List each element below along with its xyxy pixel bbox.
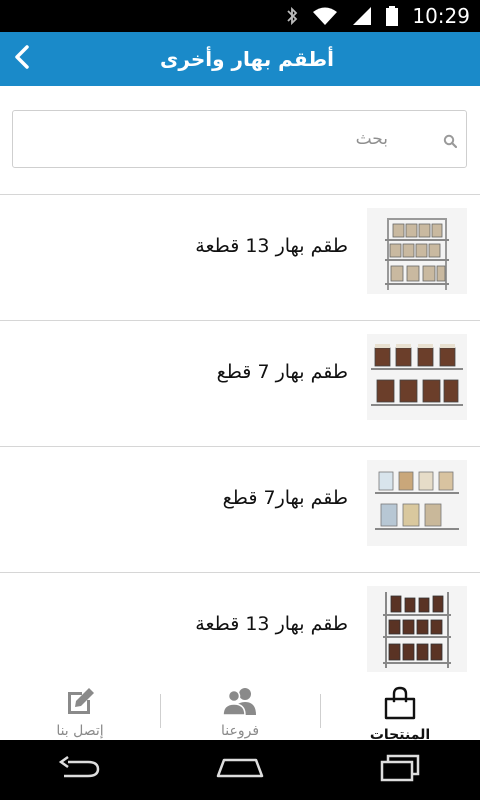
tab-branches[interactable]: فروعنا <box>160 680 320 740</box>
nav-back-button[interactable] <box>50 750 110 790</box>
bluetooth-icon <box>286 6 298 26</box>
product-name: طقم بهار 13 قطعة <box>195 235 348 257</box>
edit-icon <box>64 686 96 720</box>
product-thumbnail <box>367 586 467 672</box>
app-bar: أطقم بهار وأخرى <box>0 32 480 86</box>
product-row[interactable]: طقم بهار 7 قطع <box>0 321 480 447</box>
home-icon <box>216 756 264 784</box>
chevron-left-icon <box>12 45 32 73</box>
back-button[interactable] <box>4 41 40 77</box>
product-thumbnail <box>367 334 467 420</box>
bottom-tab-bar: إتصل بنا فروعنا المنتجات <box>0 680 480 743</box>
product-row[interactable]: طقم بهار7 قطع <box>0 447 480 573</box>
shopping-bag-icon <box>383 686 417 724</box>
product-row[interactable]: طقم بهار 13 قطعة <box>0 195 480 321</box>
tab-divider <box>320 694 321 728</box>
search-input[interactable] <box>13 111 466 167</box>
nav-recents-button[interactable] <box>370 750 430 790</box>
product-name: طقم بهار 13 قطعة <box>195 613 348 635</box>
product-name: طقم بهار 7 قطع <box>216 361 348 383</box>
tab-products[interactable]: المنتجات <box>320 680 480 743</box>
nav-home-button[interactable] <box>210 750 270 790</box>
recents-icon <box>378 754 422 786</box>
tab-label: فروعنا <box>220 723 260 739</box>
back-arrow-icon <box>58 755 102 784</box>
tab-label: إتصل بنا <box>56 723 104 739</box>
product-name: طقم بهار7 قطع <box>222 487 348 509</box>
status-bar: 10:29 <box>0 0 480 32</box>
signal-icon <box>352 6 372 26</box>
tab-contact-us[interactable]: إتصل بنا <box>0 680 160 740</box>
search-box[interactable] <box>12 110 467 168</box>
battery-icon <box>386 6 399 26</box>
people-icon <box>222 686 258 720</box>
product-row[interactable]: طقم بهار 13 قطعة <box>0 573 480 680</box>
tab-divider <box>160 694 161 728</box>
wifi-icon <box>312 6 338 26</box>
clock: 10:29 <box>412 4 470 28</box>
product-list[interactable]: طقم بهار 13 قطعة طقم بهار 7 قطع طقم بهار… <box>0 194 480 680</box>
page-title: أطقم بهار وأخرى <box>160 47 334 71</box>
system-nav-bar <box>0 740 480 800</box>
product-thumbnail <box>367 460 467 546</box>
product-thumbnail <box>367 208 467 294</box>
